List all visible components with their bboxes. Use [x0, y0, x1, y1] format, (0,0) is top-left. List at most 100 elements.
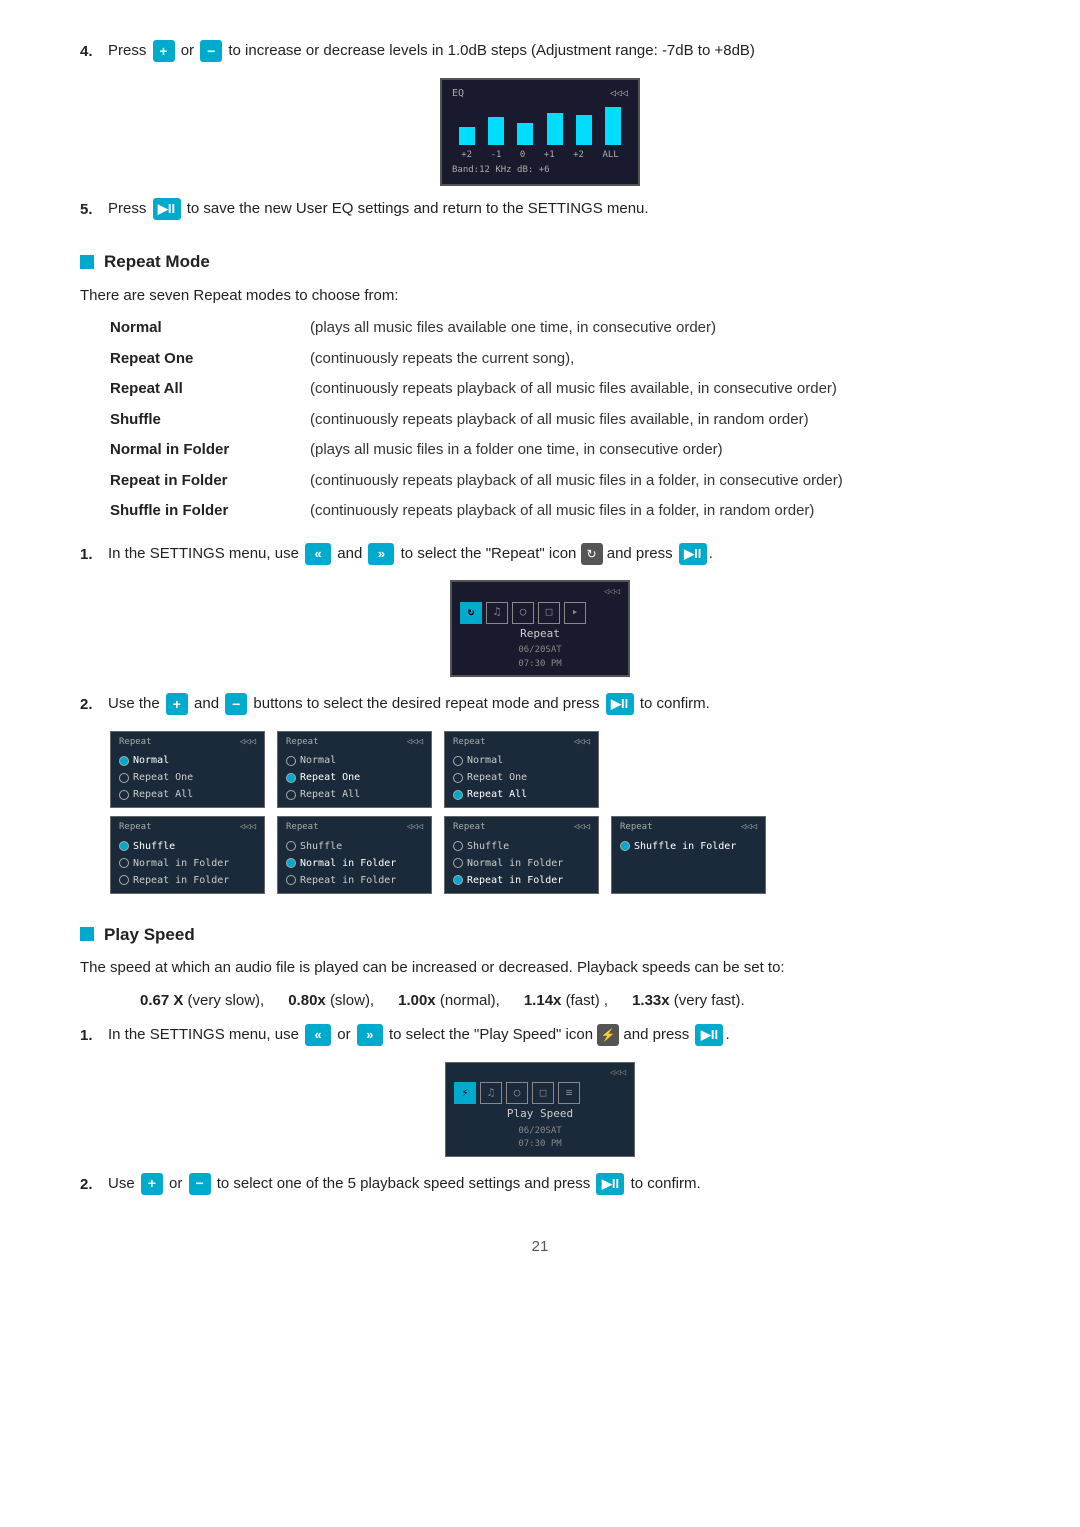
mode-repeat-one-name: Repeat One: [110, 348, 310, 371]
ps-eq-icon: ♫: [480, 1082, 502, 1104]
repeat-screen-1-title: Repeat: [119, 736, 152, 750]
repeat-step-1: 1. In the SETTINGS menu, use « and » to …: [80, 543, 1000, 567]
radio-normal-empty-2: [286, 756, 296, 766]
play-pause-button-3[interactable]: ▶II: [606, 693, 634, 715]
eq-icon: ♫: [486, 602, 508, 624]
step-4-text-after: to increase or decrease levels in 1.0dB …: [228, 42, 755, 59]
repeat-option-repeat-one-3: Repeat One: [453, 769, 590, 786]
mode-repeat-one-desc: (continuously repeats the current song),: [310, 348, 574, 371]
radio-shuffle-empty-3: [453, 841, 463, 851]
eq-bar-2: [488, 117, 504, 145]
repeat-option-repeat-all: Repeat All: [119, 786, 256, 803]
repeat-screen-6-title: Repeat: [453, 821, 486, 835]
play-pause-button-2[interactable]: ▶II: [679, 543, 707, 565]
play-speed-step-1-text2: to select the "Play Speed" icon: [389, 1026, 597, 1043]
radio-repeat-one-empty-3: [453, 773, 463, 783]
repeat-option-repeat-all-selected: Repeat All: [453, 786, 590, 803]
ps-display-icon: □: [532, 1082, 554, 1104]
radio-normal-folder-empty: [119, 858, 129, 868]
play-speed-icon: ⚡: [597, 1024, 619, 1046]
step-5-text-after: to save the new User EQ settings and ret…: [187, 200, 649, 217]
repeat-screen-1-top-right: ◁◁◁: [240, 736, 256, 750]
radio-shuffle-empty-2: [286, 841, 296, 851]
eq-label: EQ: [452, 86, 464, 101]
repeat-screen-repeat-all: Repeat ◁◁◁ Normal Repeat One Repeat All: [444, 731, 599, 809]
play-speed-screen-top: ◁◁◁: [454, 1067, 626, 1081]
play-speed-step-1-content: In the SETTINGS menu, use « or » to sele…: [108, 1024, 1000, 1048]
ps-file-icon: ≡: [558, 1082, 580, 1104]
eq-bar-3: [517, 123, 533, 145]
repeat-screen-2-top-right: ◁◁◁: [407, 736, 423, 750]
play-pause-button-4[interactable]: ▶II: [695, 1024, 723, 1046]
minus-button-2[interactable]: −: [225, 693, 247, 715]
minus-button[interactable]: −: [200, 40, 222, 62]
nav-right-button[interactable]: »: [368, 543, 394, 565]
plus-button-2[interactable]: +: [166, 693, 188, 715]
mode-shuffle-name: Shuffle: [110, 409, 310, 432]
repeat-screen-normal-folder: Repeat ◁◁◁ Shuffle Normal in Folder Repe…: [277, 816, 432, 894]
repeat-step-2-and: and: [194, 695, 223, 712]
repeat-mode-title: Repeat Mode: [104, 249, 210, 275]
eq-bar-6: [605, 107, 621, 145]
play-pause-button-5[interactable]: ▶II: [596, 1173, 624, 1195]
repeat-screen-shuffle: Repeat ◁◁◁ Shuffle Normal in Folder Repe…: [110, 816, 265, 894]
repeat-option-repeat-all-2: Repeat All: [286, 786, 423, 803]
nav-left-button-2[interactable]: «: [305, 1024, 331, 1046]
step-5-number: 5.: [80, 198, 108, 222]
repeat-option-repeat-folder-selected: Repeat in Folder: [453, 872, 590, 889]
repeat-option-normal-selected: Normal: [119, 752, 256, 769]
repeat-screens-row1: Repeat ◁◁◁ Normal Repeat One Repeat All …: [110, 731, 1000, 894]
eq-bar-5: [576, 115, 592, 145]
play-speed-step-1-text3: and press: [623, 1026, 693, 1043]
radio-repeat-folder-empty: [119, 875, 129, 885]
repeat-option-shuffle-3: Shuffle: [453, 838, 590, 855]
play-speed-step-1-or: or: [337, 1026, 355, 1043]
settings-screen-icons: ↻ ♫ ○ □ ▸: [460, 602, 620, 624]
more-icon: ▸: [564, 602, 586, 624]
mode-repeat-folder-name: Repeat in Folder: [110, 470, 310, 493]
play-pause-button[interactable]: ▶II: [153, 198, 181, 220]
repeat-screen-3-title: Repeat: [453, 736, 486, 750]
repeat-screen-4-top-right: ◁◁◁: [240, 821, 256, 835]
mode-shuffle-in-folder: Shuffle in Folder (continuously repeats …: [110, 500, 1030, 523]
repeat-mode-bullet: [80, 255, 94, 269]
play-speed-title: Play Speed: [104, 922, 195, 948]
nav-left-button[interactable]: «: [305, 543, 331, 565]
step-5-content: Press ▶II to save the new User EQ settin…: [108, 198, 1000, 222]
repeat-step-1-and: and: [337, 545, 366, 562]
play-speed-section-header: Play Speed: [80, 922, 1000, 948]
mode-repeat-in-folder: Repeat in Folder (continuously repeats p…: [110, 470, 1030, 493]
settings-screen-top: ◁◁◁: [460, 586, 620, 600]
plus-button[interactable]: +: [153, 40, 175, 62]
play-speeds-list: 0.67 X (very slow), 0.80x (slow), 1.00x …: [140, 990, 1000, 1013]
repeat-step-2-content: Use the + and − buttons to select the de…: [108, 693, 1000, 717]
mode-normal-desc: (plays all music files available one tim…: [310, 317, 716, 340]
eq-bars: [452, 105, 628, 145]
radio-shuffle-filled: [119, 841, 129, 851]
repeat-screen-repeat-one: Repeat ◁◁◁ Normal Repeat One Repeat All: [277, 731, 432, 809]
repeat-step-2: 2. Use the + and − buttons to select the…: [80, 693, 1000, 717]
plus-button-3[interactable]: +: [141, 1173, 163, 1195]
radio-repeat-one-empty: [119, 773, 129, 783]
speed-4: 1.14x: [524, 992, 562, 1009]
repeat-option-repeat-one-selected: Repeat One: [286, 769, 423, 786]
repeat-option-repeat-folder: Repeat in Folder: [119, 872, 256, 889]
speed-1: 0.67 X: [140, 992, 183, 1009]
repeat-row-2: Repeat ◁◁◁ Shuffle Normal in Folder Repe…: [110, 816, 1000, 894]
repeat-icon-selected: ↻: [460, 602, 482, 624]
play-speed-step-1-number: 1.: [80, 1024, 108, 1048]
minus-button-3[interactable]: −: [189, 1173, 211, 1195]
settings-top-right: ◁◁◁: [604, 586, 620, 600]
repeat-step-2-text1: Use the: [108, 695, 164, 712]
display-icon: □: [538, 602, 560, 624]
repeat-mode-section-header: Repeat Mode: [80, 249, 1000, 275]
repeat-step-2-text3: to confirm.: [640, 695, 710, 712]
repeat-mode-intro: There are seven Repeat modes to choose f…: [80, 285, 1000, 308]
repeat-step-1-text1: In the SETTINGS menu, use: [108, 545, 303, 562]
radio-repeat-folder-filled: [453, 875, 463, 885]
settings-screen: ◁◁◁ ↻ ♫ ○ □ ▸ Repeat 06/20SAT07:30 PM: [450, 580, 630, 677]
repeat-screen-4-title: Repeat: [119, 821, 152, 835]
repeat-option-normal-folder-3: Normal in Folder: [453, 855, 590, 872]
nav-right-button-2[interactable]: »: [357, 1024, 383, 1046]
speed-2: 0.80x: [288, 992, 326, 1009]
